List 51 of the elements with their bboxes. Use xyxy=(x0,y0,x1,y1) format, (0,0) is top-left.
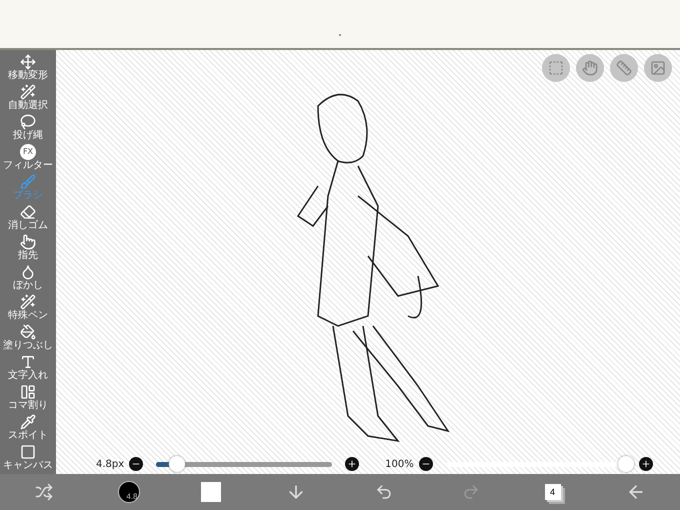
selection-button[interactable] xyxy=(542,54,570,82)
tool-button[interactable]: コマ割り xyxy=(0,384,56,410)
tool-button[interactable]: 投げ縄 xyxy=(0,114,56,140)
slider-thumb[interactable] xyxy=(618,456,634,472)
hand-icon xyxy=(582,60,598,76)
magic-wand-icon xyxy=(20,84,36,100)
ruler-icon xyxy=(616,60,632,76)
plus-icon xyxy=(347,459,358,469)
image-icon xyxy=(650,60,666,76)
tool-button[interactable]: キャンバス xyxy=(0,444,56,470)
eraser-icon xyxy=(20,204,36,220)
panel-layout-icon xyxy=(20,384,36,400)
tool-button[interactable]: ぼかし xyxy=(0,264,56,290)
tool-button[interactable]: 塗りつぶし xyxy=(0,324,56,350)
dashed-square-icon xyxy=(548,60,564,76)
tool-button[interactable]: 指先 xyxy=(0,234,56,260)
swap-icon xyxy=(34,483,52,501)
minus-button[interactable] xyxy=(129,457,144,471)
redo-icon xyxy=(462,483,480,501)
plus-button[interactable] xyxy=(345,457,360,471)
slider-reading: 100% xyxy=(385,458,414,470)
fx-badge: FX xyxy=(20,144,36,160)
text-icon xyxy=(20,354,36,370)
square-icon xyxy=(20,444,36,460)
undo-icon xyxy=(374,483,392,501)
brush-size-button[interactable]: 4.8 xyxy=(118,481,140,503)
image-button[interactable] xyxy=(644,54,672,82)
droplet-icon xyxy=(20,264,36,280)
tool-button[interactable]: FX フィルター xyxy=(0,144,56,170)
tool-button[interactable]: 自動選択 xyxy=(0,84,56,110)
move-icon xyxy=(20,54,36,70)
eyedropper-icon xyxy=(20,414,36,430)
tool-button[interactable]: 消しゴム xyxy=(0,204,56,230)
slider-reading: 4.8px xyxy=(96,458,124,470)
sparkle-wand-icon xyxy=(20,294,36,310)
ruler-button[interactable] xyxy=(610,54,638,82)
tool-button[interactable]: 文字入れ xyxy=(0,354,56,380)
color-swatch[interactable] xyxy=(200,482,220,502)
slider-thumb[interactable] xyxy=(169,456,186,472)
minus-button[interactable] xyxy=(418,457,433,471)
layers-button[interactable]: 4 xyxy=(544,484,560,500)
tool-button[interactable]: スポイト xyxy=(0,414,56,440)
hand-button[interactable] xyxy=(576,54,604,82)
plus-icon xyxy=(640,459,651,469)
tool-button[interactable]: 特殊ペン xyxy=(0,294,56,320)
paint-bucket-icon xyxy=(20,324,36,340)
finger-icon xyxy=(20,234,36,250)
tool-button[interactable]: 移動変形 xyxy=(0,54,56,80)
lasso-icon xyxy=(20,114,36,130)
plus-button[interactable] xyxy=(638,457,653,471)
brush-icon xyxy=(20,174,36,190)
